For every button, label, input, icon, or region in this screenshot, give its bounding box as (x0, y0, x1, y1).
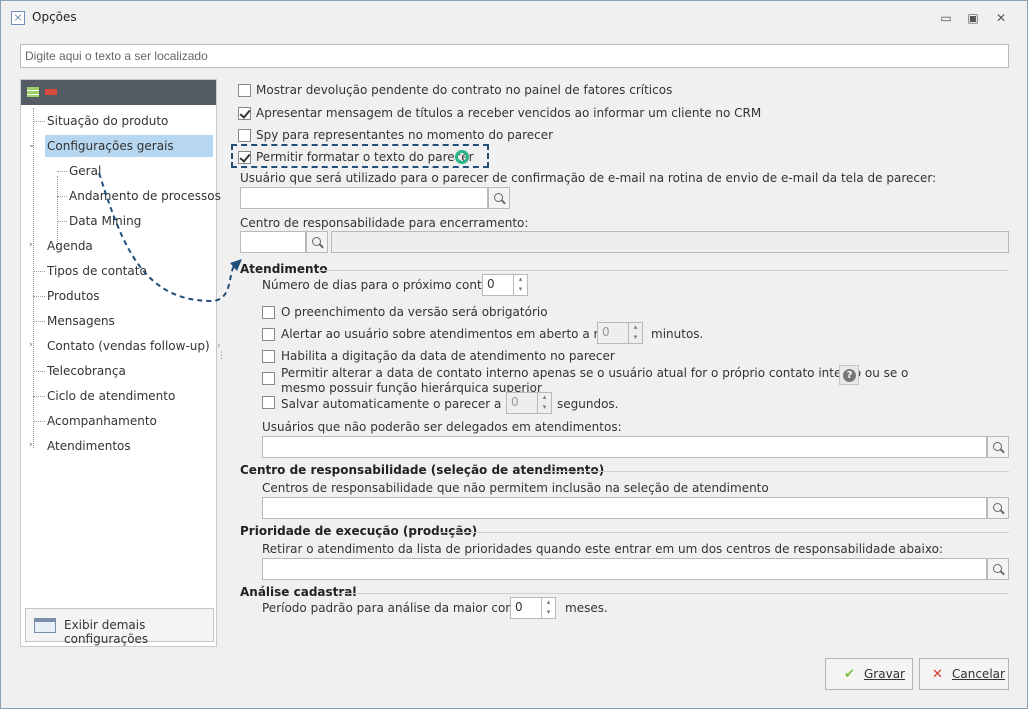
annotation-arrow (98, 172, 242, 303)
options-window: Opções ▭ ▣ ✕ Situação do produto Configu… (0, 0, 1028, 709)
